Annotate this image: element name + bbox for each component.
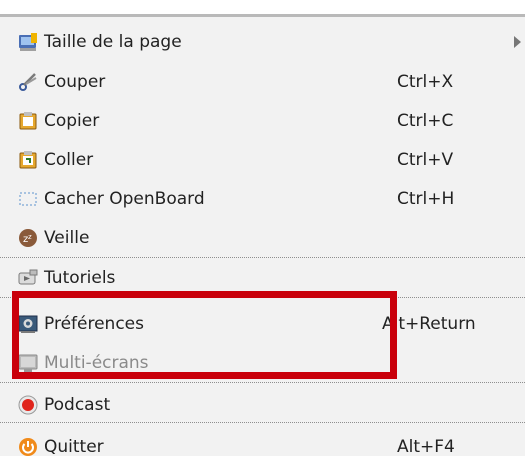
menu-item-label: Quitter [44,437,104,457]
menu-item-paste[interactable]: Coller Ctrl+V [0,140,525,180]
menu-item-cut[interactable]: Couper Ctrl+X [0,62,525,102]
menu-item-label: Cacher OpenBoard [44,189,205,209]
menu-item-quit[interactable]: Quitter Alt+F4 [0,427,525,467]
menu-item-shortcut: Alt+F4 [397,437,455,457]
menu-item-hide-openboard[interactable]: Cacher OpenBoard Ctrl+H [0,179,525,219]
menu-item-copy[interactable]: Copier Ctrl+C [0,101,525,141]
menu-item-label: Podcast [44,395,111,415]
menu-item-label: Couper [44,72,106,92]
svg-text:z: z [28,233,32,241]
tutorial-icon [18,268,38,288]
menu-item-label: Coller [44,150,94,170]
menu-separator [0,382,525,383]
menu-item-podcast[interactable]: Podcast [0,385,525,425]
menu-item-shortcut: Ctrl+V [397,150,454,170]
menu-item-label: Copier [44,111,100,131]
submenu-arrow-icon [514,36,521,48]
highlight-box [12,291,397,379]
paste-icon [18,150,38,170]
menu-item-label: Tutoriels [44,268,116,288]
menu-item-label: Veille [44,228,90,248]
menu-item-sleep[interactable]: z z Veille [0,218,525,258]
sleep-icon: z z [18,228,38,248]
power-icon [18,437,38,457]
menu-item-label: Taille de la page [44,32,182,52]
menu-item-shortcut: Ctrl+H [397,189,455,209]
podcast-icon [18,395,38,415]
page-size-icon [18,32,38,52]
menu-separator [0,422,525,423]
context-menu: Taille de la page Couper Ctrl+X Copier C… [0,17,525,457]
menu-item-page-size[interactable]: Taille de la page [0,22,525,62]
menu-item-shortcut: Ctrl+C [397,111,454,131]
menu-item-shortcut: Ctrl+X [397,72,454,92]
scissors-icon [18,72,38,92]
hide-icon [18,189,38,209]
copy-icon [18,111,38,131]
